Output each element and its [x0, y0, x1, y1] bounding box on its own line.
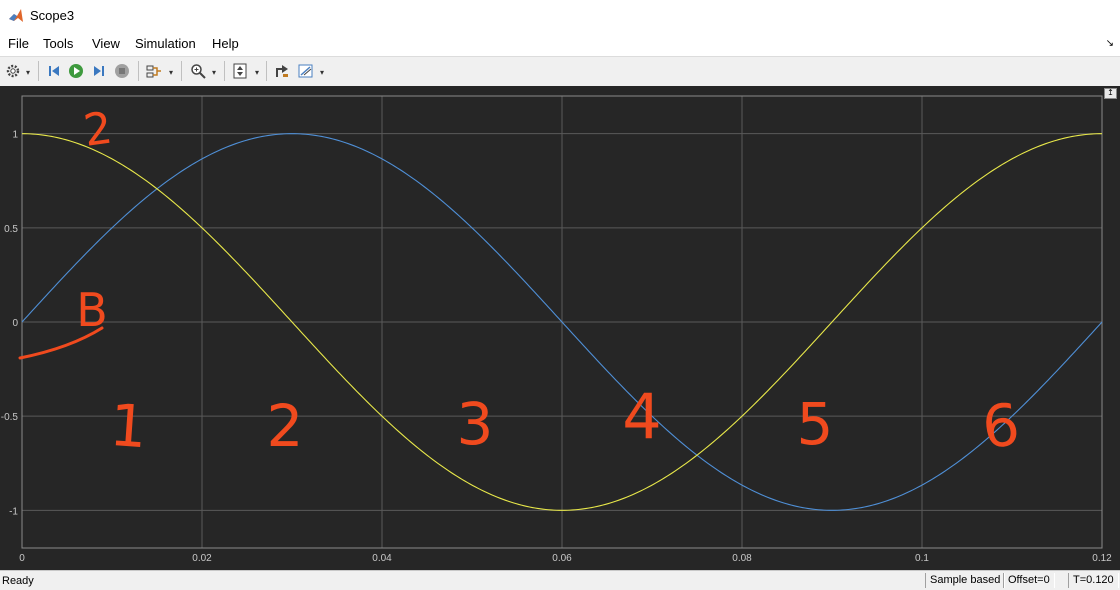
menu-file[interactable]: File [8, 36, 29, 51]
signal-selector-icon[interactable] [145, 62, 163, 80]
run-icon[interactable] [67, 62, 85, 80]
status-bar: Ready Sample based Offset=0 T=0.120 [0, 570, 1120, 590]
menu-simulation[interactable]: Simulation [135, 36, 196, 51]
toolbar: ▾ ▾ ▾ ▾ ▾ [0, 56, 1120, 87]
expand-axes-icon[interactable]: ↥ [1104, 88, 1117, 99]
scope-plot-area[interactable]: 0 0.02 0.04 0.06 0.08 0.1 0.12 1 0.5 0 -0.5 -1 2 B 1 2 3… [0, 86, 1120, 570]
window-title: Scope3 [30, 8, 75, 23]
status-time: T=0.120 [1068, 573, 1119, 588]
highlight-simulink-block-icon[interactable] [273, 62, 291, 80]
annotation-label: 2 [81, 102, 116, 156]
menu-bar: File Tools View Simulation Help ↘ [0, 32, 1120, 56]
annotation-label: 1 [108, 391, 150, 461]
status-ready: Ready [2, 575, 34, 587]
x-tick-label: 0.04 [372, 553, 392, 564]
menu-view[interactable]: View [92, 36, 120, 51]
zoom-icon[interactable] [189, 62, 207, 80]
status-sample-mode: Sample based [925, 573, 1006, 588]
toolbar-separator [138, 61, 139, 81]
step-back-icon[interactable] [45, 62, 63, 80]
undock-arrow-icon[interactable]: ↘ [1106, 38, 1114, 49]
y-tick-label: -0.5 [1, 412, 19, 423]
annotation-label: 4 [622, 380, 661, 453]
menu-tools[interactable]: Tools [43, 36, 73, 51]
y-tick-label: 1 [12, 130, 18, 141]
toolbar-separator [38, 61, 39, 81]
menu-help[interactable]: Help [212, 36, 239, 51]
x-tick-label: 0.08 [732, 553, 752, 564]
toolbar-separator [224, 61, 225, 81]
chevron-down-icon[interactable]: ▾ [26, 68, 30, 77]
scope-axes[interactable]: 0 0.02 0.04 0.06 0.08 0.1 0.1210.50-0.5-12B1 2 3… [0, 86, 1120, 570]
x-tick-label: 0 [19, 553, 25, 564]
y-tick-label: 0.5 [4, 224, 18, 235]
y-tick-label: -1 [9, 506, 18, 517]
gear-icon[interactable] [4, 62, 22, 80]
x-tick-label: 0.12 [1092, 553, 1112, 564]
annotation-label: 6 [979, 390, 1023, 461]
axes-scaling-icon[interactable] [231, 62, 249, 80]
stop-icon[interactable] [113, 62, 131, 80]
chevron-down-icon[interactable]: ▾ [212, 68, 216, 77]
title-bar: Scope3 [0, 0, 1120, 32]
toolbar-separator [181, 61, 182, 81]
chevron-down-icon[interactable]: ▾ [320, 68, 324, 77]
step-forward-icon[interactable] [90, 62, 108, 80]
toolbar-separator [266, 61, 267, 81]
annotation-label: 5 [797, 390, 834, 458]
matlab-logo-icon [9, 9, 23, 22]
x-tick-label: 0.06 [552, 553, 572, 564]
chevron-down-icon[interactable]: ▾ [169, 68, 173, 77]
status-offset: Offset=0 [1003, 573, 1055, 588]
x-tick-label: 0.1 [915, 553, 929, 564]
annotation-label: 3 [457, 390, 494, 458]
chevron-down-icon[interactable]: ▾ [255, 68, 259, 77]
x-tick-label: 0.02 [192, 553, 212, 564]
triggers-icon[interactable] [297, 62, 315, 80]
y-tick-label: 0 [12, 318, 18, 329]
annotation-label: 2 [267, 392, 304, 460]
